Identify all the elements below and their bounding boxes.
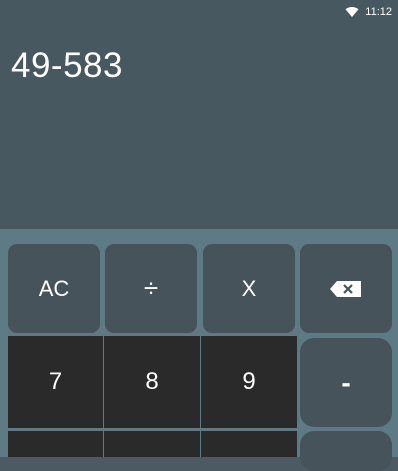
backspace-icon	[330, 280, 361, 297]
expression-text: 49-583	[11, 46, 123, 85]
digit-9-button[interactable]: 9	[201, 336, 297, 428]
digit-8-button[interactable]: 8	[104, 336, 200, 428]
digit-7-button[interactable]: 7	[8, 336, 103, 428]
backspace-button[interactable]	[300, 244, 392, 333]
divide-button[interactable]: ÷	[105, 244, 197, 333]
digit-divider	[200, 336, 201, 457]
digit-divider	[103, 336, 104, 457]
digit-row-divider	[8, 428, 297, 431]
status-time: 11:12	[365, 6, 392, 18]
clear-button[interactable]: AC	[8, 244, 100, 333]
multiply-button[interactable]: X	[203, 244, 295, 333]
calculator-display: 11:12 49-583	[0, 0, 398, 229]
operator-button-partial[interactable]	[300, 431, 392, 471]
status-bar: 11:12	[345, 4, 392, 20]
wifi-icon	[345, 6, 359, 17]
minus-button[interactable]: -	[300, 338, 392, 427]
